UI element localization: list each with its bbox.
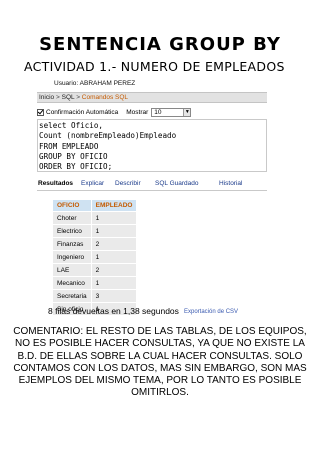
sql-workshop-screenshot: Usuario: ABRAHAM PEREZ Inicio > SQL > Co… (37, 80, 267, 320)
table-row: Choter 1 (52, 211, 138, 225)
table-row: Secretaria 3 (52, 289, 138, 303)
page-subtitle: ACTIVIDAD 1.- NUMERO DE EMPLEADOS (24, 59, 314, 74)
cell-oficio: Finanzas (52, 237, 92, 251)
cell-oficio: Choter (52, 211, 92, 225)
column-header-empleado: EMPLEADO (90, 199, 138, 212)
cell-oficio: LAE (52, 263, 92, 277)
comment-paragraph: COMENTARIO: EL RESTO DE LAS TABLAS, DE L… (13, 326, 307, 399)
results-tabs: Resultados Explicar Describir SQL Guarda… (37, 179, 267, 191)
tab-explicar[interactable]: Explicar (81, 180, 104, 187)
chevron-down-icon[interactable]: ▼ (183, 108, 191, 116)
show-rows-value: 10 (154, 108, 162, 116)
cell-oficio: Secretaria (52, 289, 92, 303)
results-table: OFICIO EMPLEADO Choter 1 Electrico 1 Finan… (52, 199, 138, 316)
table-row: Electrico 1 (52, 224, 138, 238)
autocommit-checkbox[interactable] (37, 108, 44, 116)
table-row: LAE 2 (52, 263, 138, 277)
table-row: Mecanico 1 (52, 276, 138, 290)
cell-empleado: 3 (90, 289, 138, 303)
cell-empleado: 2 (90, 237, 138, 251)
cell-empleado: 1 (90, 250, 138, 264)
tab-sql-guardado[interactable]: SQL Guardado (155, 180, 198, 187)
tab-resultados[interactable]: Resultados (38, 180, 73, 187)
show-rows-select[interactable]: 10 ▼ (151, 107, 192, 117)
cell-oficio: Electrico (52, 224, 92, 238)
tab-historial[interactable]: Historial (219, 180, 242, 187)
rows-returned-info: 8 filas devueltas en 1,38 segundos (48, 306, 179, 316)
breadcrumb-comandos-sql: Comandos SQL (81, 94, 129, 101)
sql-editor[interactable]: select Oficio, Count (nombreEmpleado)Emp… (37, 119, 267, 172)
cell-empleado: 1 (90, 211, 138, 225)
cell-oficio: Mecanico (52, 276, 92, 290)
cell-empleado: 2 (90, 263, 138, 277)
subtitle-text: ACTIVIDAD 1.- NUMERO DE EMPLEADOS (24, 59, 285, 74)
autocommit-label: Confirmación Automática (46, 108, 119, 116)
cell-empleado: 1 (90, 276, 138, 290)
table-header-row: OFICIO EMPLEADO (52, 199, 138, 212)
breadcrumb-separator: > (56, 94, 60, 101)
breadcrumb: Inicio > SQL > Comandos SQL (37, 92, 267, 103)
table-row: Ingeniero 1 (52, 250, 138, 264)
show-label: Mostrar (126, 108, 149, 116)
breadcrumb-inicio[interactable]: Inicio (39, 94, 54, 101)
table-row: Finanzas 2 (52, 237, 138, 251)
breadcrumb-separator: > (76, 94, 80, 101)
csv-export-link[interactable]: Exportación de CSV (184, 309, 238, 315)
column-header-oficio: OFICIO (52, 199, 92, 212)
cell-oficio: Ingeniero (52, 250, 92, 264)
tab-describir[interactable]: Describir (115, 180, 141, 187)
cell-empleado: 1 (90, 224, 138, 238)
page-title: SENTENCIA GROUP BY (39, 34, 281, 55)
options-row: Confirmación Automática Mostrar 10 ▼ (37, 106, 192, 118)
breadcrumb-sql[interactable]: SQL (62, 94, 75, 101)
user-line: Usuario: ABRAHAM PEREZ (54, 80, 136, 87)
